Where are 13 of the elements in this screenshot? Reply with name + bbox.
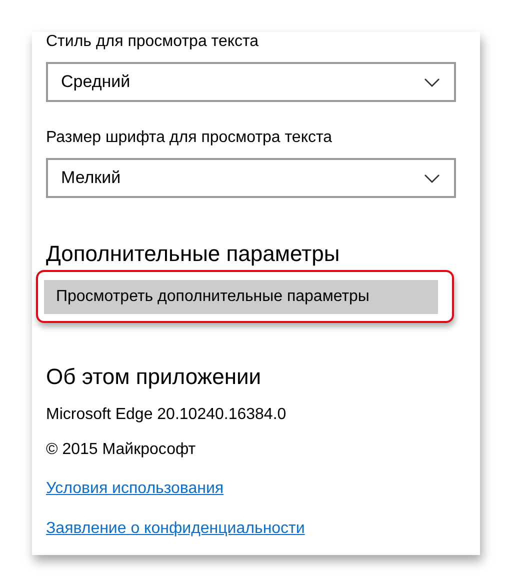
copyright-text: © 2015 Майкрософт (46, 440, 197, 460)
chevron-down-icon (424, 78, 440, 86)
version-text: Microsoft Edge 20.10240.16384.0 (46, 405, 288, 425)
link[interactable]: Условия использования (46, 479, 224, 499)
style-label: Стиль для просмотра текста (46, 32, 260, 52)
font-size-label: Размер шрифта для просмотра текста (46, 128, 334, 148)
section-heading: Дополнительные параметры (46, 240, 341, 268)
advanced-settings-button[interactable]: Просмотреть дополнительные параметры (44, 280, 438, 314)
link[interactable]: Заявление о конфиденциальности (46, 519, 305, 539)
section-heading: Об этом приложении (46, 363, 262, 391)
style-dropdown[interactable]: Средний (46, 62, 456, 102)
chevron-down-icon (424, 174, 440, 182)
font-size-dropdown[interactable]: Мелкий (46, 158, 456, 198)
